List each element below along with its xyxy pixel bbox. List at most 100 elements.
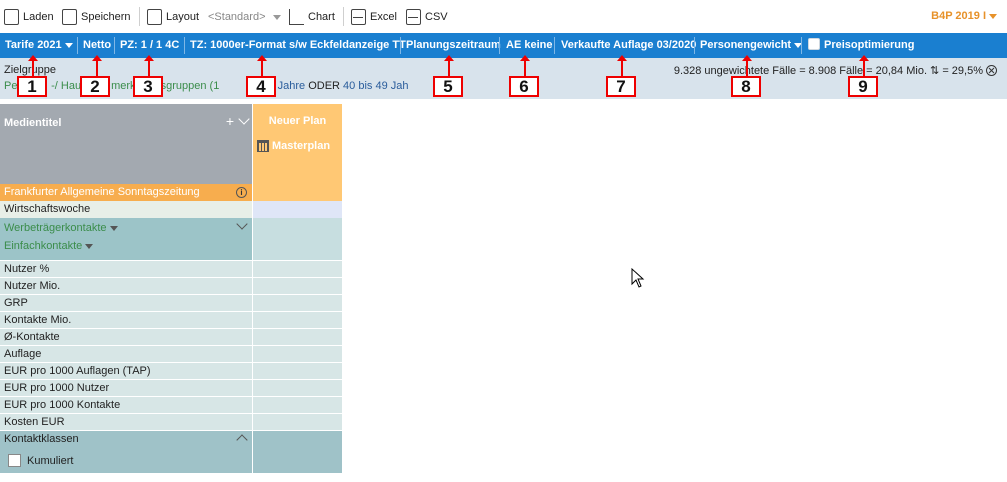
case-count-stats: 9.328 ungewichtete Fälle = 8.908 Fälle =… [674, 64, 997, 77]
callout-arrow [742, 55, 752, 77]
close-icon[interactable] [986, 65, 997, 76]
callout-arrow [28, 55, 38, 77]
layout-value: <Standard> [208, 11, 266, 23]
load-button[interactable]: Laden [4, 8, 54, 26]
plan-cell[interactable] [253, 184, 342, 201]
kumuliert-checkbox[interactable] [8, 454, 21, 467]
kumuliert-toggle[interactable]: Kumuliert [8, 454, 73, 467]
werbetraeger-dropdown[interactable]: Werbeträgerkontakte [4, 222, 118, 234]
metric-row[interactable]: EUR pro 1000 Kontakte [0, 397, 342, 414]
metric-label: GRP [0, 295, 252, 312]
filter-divider [694, 37, 695, 54]
table-row[interactable]: Wirtschaftswoche [0, 201, 342, 218]
layout-select[interactable]: <Standard> [208, 8, 281, 26]
tg-segment: -/ Hau [51, 80, 82, 92]
folder-open-icon [4, 9, 19, 25]
werbetraeger-label: Werbeträgerkontakte [4, 222, 107, 234]
metric-label: EUR pro 1000 Auflagen (TAP) [0, 363, 252, 380]
metric-label: Kontakte Mio. [0, 312, 252, 329]
plan-cell[interactable] [253, 201, 342, 218]
csv-button[interactable]: CSV [406, 8, 448, 26]
plan-cell [253, 218, 342, 260]
callout-badge-2: 2 [80, 76, 110, 97]
chevron-down-icon[interactable] [236, 218, 248, 230]
table-row[interactable]: Frankfurter Allgemeine Sonntagszeitung i [0, 184, 342, 201]
tz-filter[interactable]: TZ: 1000er-Format s/w Eckfeldanzeige TT [190, 33, 406, 58]
kontaktklassen-block: Kontaktklassen Kumuliert [0, 431, 342, 473]
save-button[interactable]: Speichern [62, 8, 131, 26]
callout-arrow [859, 55, 869, 77]
chevron-up-icon[interactable] [236, 434, 248, 446]
media-title-cell: Wirtschaftswoche [0, 201, 252, 218]
metric-row[interactable]: Ø-Kontakte [0, 329, 342, 346]
csv-label: CSV [425, 11, 448, 23]
masterplan-button[interactable]: Masterplan [257, 140, 330, 152]
filter-divider [77, 37, 78, 54]
excel-button[interactable]: Excel [351, 8, 397, 26]
chevron-down-icon[interactable] [238, 113, 250, 125]
survey-selector[interactable]: B4P 2019 I [931, 10, 997, 22]
layout-button[interactable]: Layout [147, 8, 199, 26]
metric-value-cell [253, 295, 342, 312]
chart-icon [289, 9, 304, 25]
neuer-plan-label[interactable]: Neuer Plan [253, 115, 342, 127]
kontakt-type-block: Werbeträgerkontakte Einfachkontakte [0, 218, 342, 260]
chevron-down-icon [989, 13, 997, 19]
medientitel-label: Medientitel [4, 117, 62, 129]
preisoptimierung-checkbox[interactable] [808, 38, 820, 50]
filter-divider [554, 37, 555, 54]
filter-divider [499, 37, 500, 54]
metric-label: Nutzer Mio. [0, 278, 252, 295]
personengewicht-label: Personengewicht [700, 39, 792, 51]
masterplan-label: Masterplan [272, 140, 331, 152]
metric-row[interactable]: Nutzer % [0, 261, 342, 278]
chevron-down-icon [64, 42, 73, 48]
layout-icon [147, 9, 162, 25]
info-icon[interactable]: i [236, 187, 247, 198]
metric-value-cell [253, 346, 342, 363]
callout-arrow [444, 55, 454, 77]
metric-row[interactable]: Auflage [0, 346, 342, 363]
filter-divider [400, 37, 401, 54]
auflage-filter[interactable]: Verkaufte Auflage 03/2020 [561, 33, 696, 58]
callout-arrow [520, 55, 530, 77]
callout-arrow [257, 55, 267, 77]
filter-divider [184, 37, 185, 54]
filter-divider [801, 37, 802, 54]
media-title-cell: Frankfurter Allgemeine Sonntagszeitung [0, 184, 252, 201]
kontaktklassen-label: Kontaktklassen [4, 433, 79, 445]
tg-segment: merk [111, 80, 136, 92]
callout-badge-5: 5 [433, 76, 463, 97]
metric-label: Nutzer % [0, 261, 252, 278]
metric-row[interactable]: Nutzer Mio. [0, 278, 342, 295]
tarife-dropdown[interactable]: Tarife 2021 [5, 33, 73, 58]
toolbar-divider [343, 7, 344, 26]
metric-value-cell [253, 414, 342, 431]
metric-row[interactable]: GRP [0, 295, 342, 312]
tg-operator: ODER [305, 80, 344, 92]
tg-segment: 40 bis 49 Jah [343, 80, 409, 92]
metric-label: EUR pro 1000 Kontakte [0, 397, 252, 414]
kontakt-type-cell: Werbeträgerkontakte Einfachkontakte [0, 218, 252, 260]
metric-value-cell [253, 397, 342, 414]
callout-badge-4: 4 [246, 76, 276, 97]
metric-value-cell [253, 363, 342, 380]
tarife-label: Tarife 2021 [5, 39, 62, 51]
mouse-cursor-icon [631, 268, 645, 288]
plan-cell [253, 431, 342, 473]
metric-row[interactable]: EUR pro 1000 Nutzer [0, 380, 342, 397]
metric-row[interactable]: Kontakte Mio. [0, 312, 342, 329]
callout-badge-6: 6 [509, 76, 539, 97]
chart-button[interactable]: Chart [289, 8, 335, 26]
kontaktklassen-cell: Kontaktklassen Kumuliert [0, 431, 252, 473]
add-icon[interactable]: + [226, 113, 234, 129]
save-icon [62, 9, 77, 25]
metric-value-cell [253, 261, 342, 278]
main-toolbar: Laden Speichern Layout <Standard> Chart … [0, 0, 1007, 33]
target-group-definition[interactable]: Per -/ Hau merk Altersgruppen (1 is 39 Jahr… [4, 80, 408, 92]
target-group-title: Zielgruppe [4, 64, 56, 76]
metric-label: Ø-Kontakte [0, 329, 252, 346]
metric-row[interactable]: EUR pro 1000 Auflagen (TAP) [0, 363, 342, 380]
metric-row[interactable]: Kosten EUR [0, 414, 342, 431]
einfachkontakte-dropdown[interactable]: Einfachkontakte [4, 240, 94, 252]
